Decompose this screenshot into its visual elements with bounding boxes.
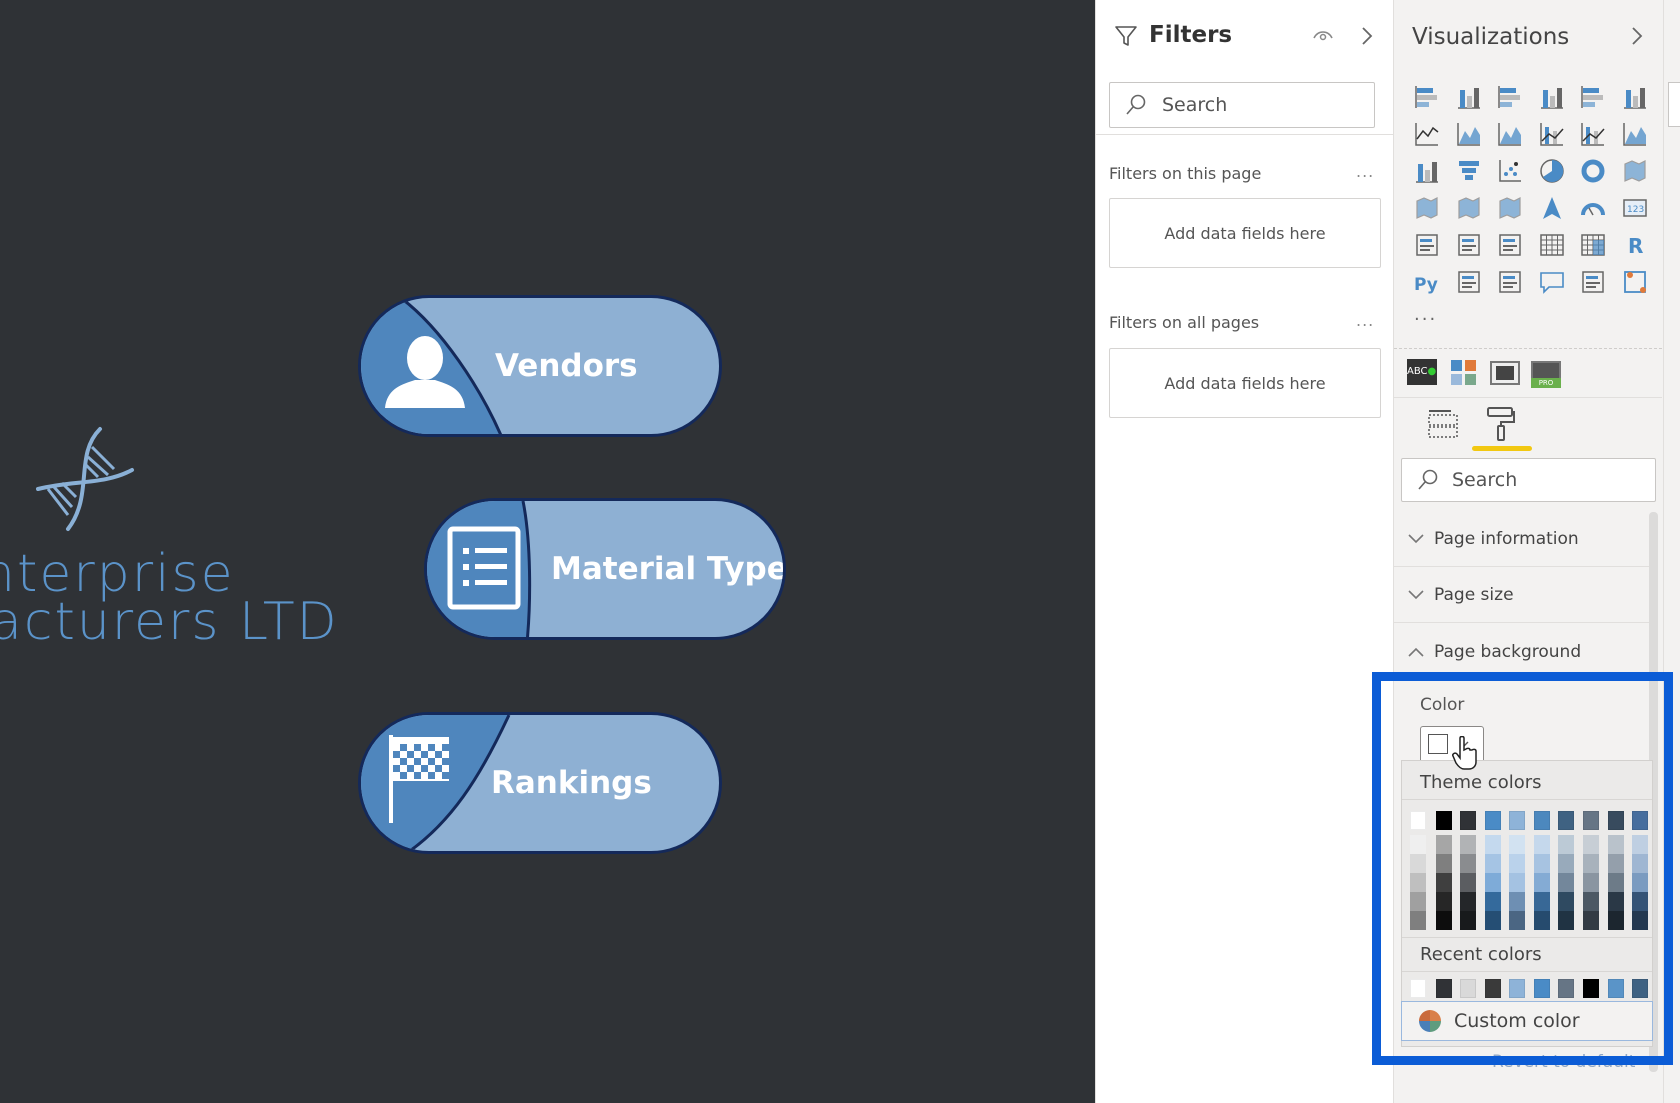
page-information-label: Page information	[1434, 529, 1579, 549]
search-icon	[1126, 94, 1146, 115]
card-icon[interactable]: 123	[1622, 195, 1648, 221]
format-search-placeholder: Search	[1452, 469, 1518, 491]
pro-visual-icon[interactable]: PRO	[1531, 361, 1561, 388]
svg-text:R: R	[1628, 234, 1643, 258]
format-search-input[interactable]: Search	[1401, 458, 1656, 502]
search-icon	[1418, 469, 1438, 490]
rankings-button[interactable]: Rankings	[358, 712, 722, 854]
line-chart-icon[interactable]	[1414, 121, 1440, 147]
clustered-bar-chart-icon[interactable]	[1497, 84, 1523, 110]
waterfall-chart-icon[interactable]	[1414, 158, 1440, 184]
logo-text-line2: acturers LTD	[0, 592, 339, 652]
collapse-filters-chevron-icon[interactable]	[1360, 26, 1374, 46]
format-paint-roller-icon[interactable]	[1486, 406, 1516, 442]
filled-map-icon[interactable]	[1456, 195, 1482, 221]
kpi-icon[interactable]	[1456, 232, 1482, 258]
filters-search-input[interactable]: Search	[1109, 82, 1375, 128]
filters-title: Filters	[1149, 22, 1233, 48]
checkered-flag-icon	[389, 735, 449, 823]
slicer-icon[interactable]	[1497, 232, 1523, 258]
page-size-section[interactable]: Page size	[1394, 568, 1649, 623]
chevron-down-icon	[1408, 590, 1424, 600]
clustered-column-chart-icon[interactable]	[1539, 84, 1565, 110]
paginated-report-icon[interactable]	[1580, 269, 1606, 295]
stacked-column-chart-icon[interactable]	[1456, 84, 1482, 110]
material-type-label: Material Type	[551, 551, 786, 587]
vendors-label: Vendors	[495, 348, 638, 384]
decomposition-tree-icon[interactable]	[1497, 269, 1523, 295]
filters-on-all-pages-dropzone[interactable]: Add data fields here	[1109, 348, 1381, 418]
collapse-visualizations-chevron-icon[interactable]	[1630, 26, 1644, 46]
line-and-clustered-column-chart-icon[interactable]	[1580, 121, 1606, 147]
visualizations-title: Visualizations	[1412, 24, 1570, 50]
area-chart-icon[interactable]	[1456, 121, 1482, 147]
100-stacked-bar-chart-icon[interactable]	[1580, 84, 1606, 110]
key-influencers-icon[interactable]	[1456, 269, 1482, 295]
page-background-section[interactable]: Page background	[1394, 624, 1649, 679]
pie-chart-icon[interactable]	[1539, 158, 1565, 184]
funnel-icon[interactable]	[1456, 158, 1482, 184]
highlight-annotation-box	[1372, 672, 1673, 1065]
filters-on-all-pages-more-icon[interactable]: ...	[1356, 311, 1374, 330]
filters-on-all-pages-label: Filters on all pages	[1109, 313, 1260, 332]
filters-pane: Filters Search Filters on this page ... …	[1095, 0, 1394, 1103]
divider	[1394, 348, 1662, 349]
dna-icon	[36, 427, 134, 531]
python-visual-icon[interactable]: Py	[1414, 269, 1440, 295]
table-icon[interactable]	[1539, 232, 1565, 258]
fields-search-input[interactable]	[1668, 82, 1680, 127]
filters-on-this-page-dropzone[interactable]: Add data fields here	[1109, 198, 1381, 268]
qna-icon[interactable]	[1539, 269, 1565, 295]
treemap-icon[interactable]	[1622, 158, 1648, 184]
text-filter-icon[interactable]: ABC●	[1407, 359, 1437, 385]
100-stacked-column-chart-icon[interactable]	[1622, 84, 1648, 110]
chiclet-slicer-icon[interactable]	[1451, 360, 1477, 386]
divider	[1394, 397, 1662, 398]
active-tab-indicator	[1472, 446, 1532, 451]
more-visuals-icon[interactable]: ...	[1414, 304, 1437, 325]
gauge-icon[interactable]	[1580, 195, 1606, 221]
filters-on-this-page-more-icon[interactable]: ...	[1356, 162, 1374, 181]
stacked-area-chart-icon[interactable]	[1497, 121, 1523, 147]
filters-search-placeholder: Search	[1162, 94, 1228, 116]
page-background-label: Page background	[1434, 641, 1582, 662]
filters-on-this-page-label: Filters on this page	[1109, 164, 1262, 183]
svg-text:Py: Py	[1414, 275, 1438, 295]
person-icon	[385, 336, 465, 408]
line-and-stacked-column-chart-icon[interactable]	[1539, 121, 1565, 147]
power-automate-icon[interactable]	[1622, 269, 1648, 295]
fields-tab-icon[interactable]	[1427, 408, 1459, 440]
material-type-button[interactable]: Material Type	[424, 498, 786, 640]
map-icon[interactable]	[1414, 195, 1440, 221]
dropzone-text: Add data fields here	[1164, 223, 1326, 243]
filter-icon	[1115, 26, 1137, 46]
ribbon-chart-icon[interactable]	[1622, 121, 1648, 147]
matrix-icon[interactable]	[1580, 232, 1606, 258]
multi-row-card-icon[interactable]	[1414, 232, 1440, 258]
stacked-bar-chart-icon[interactable]	[1414, 84, 1440, 110]
scatter-chart-icon[interactable]	[1497, 158, 1523, 184]
list-icon	[447, 526, 521, 610]
shape-map-icon[interactable]	[1497, 195, 1523, 221]
page-information-section[interactable]: Page information	[1394, 512, 1649, 567]
r-visual-icon[interactable]: R	[1622, 232, 1648, 258]
report-canvas[interactable]: nterprise acturers LTD Vendors Material …	[0, 0, 1095, 1103]
eye-icon[interactable]	[1312, 26, 1334, 44]
svg-text:123: 123	[1627, 205, 1644, 215]
dropzone-text: Add data fields here	[1164, 373, 1326, 393]
divider	[1096, 134, 1394, 135]
rankings-label: Rankings	[491, 765, 652, 801]
image-visual-icon[interactable]	[1490, 361, 1520, 385]
chevron-up-icon	[1408, 647, 1424, 657]
donut-chart-icon[interactable]	[1580, 158, 1606, 184]
page-size-label: Page size	[1434, 585, 1514, 605]
chevron-down-icon	[1408, 534, 1424, 544]
azure-map-icon[interactable]	[1539, 195, 1565, 221]
vendors-button[interactable]: Vendors	[358, 295, 722, 437]
